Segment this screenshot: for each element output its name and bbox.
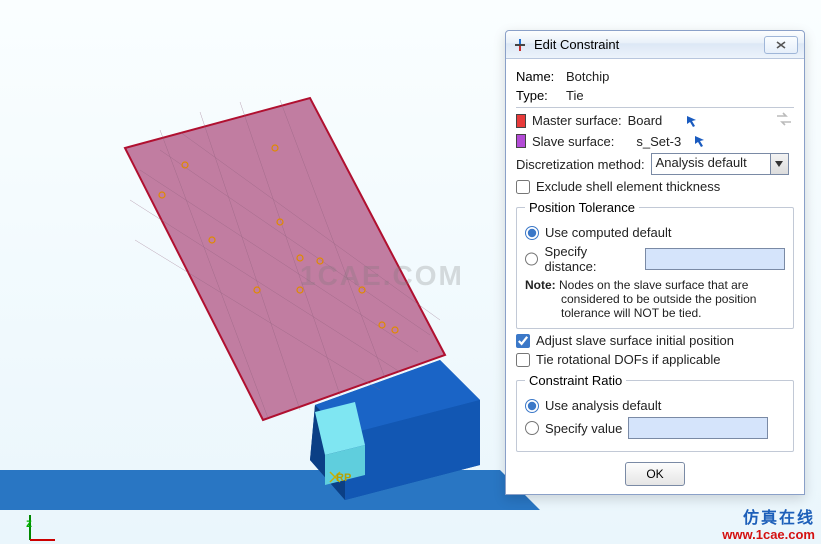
constraint-ratio-legend: Constraint Ratio [525,373,626,388]
select-master-icon[interactable] [684,113,700,129]
exclude-shell-thickness-checkbox[interactable] [516,180,530,194]
dropdown-arrow-icon[interactable] [771,153,789,175]
select-slave-icon[interactable] [692,133,708,149]
swap-surfaces-icon[interactable] [774,112,794,129]
brand-cn: 仿真在线 [722,510,815,528]
slave-surface-swatch [516,134,526,148]
dialog-titlebar[interactable]: Edit Constraint [506,31,804,59]
dialog-body: Name: Botchip Type: Tie Master surface: … [506,59,804,494]
edit-constraint-dialog: Edit Constraint Name: Botchip Type: Tie … [505,30,805,495]
slave-surface-label: Slave surface: [532,134,614,149]
brand-url: www.1cae.com [722,528,815,542]
name-value: Botchip [566,69,609,84]
specify-value-label: Specify value [545,421,622,436]
type-value: Tie [566,88,584,103]
axis-z-label: z [26,516,32,530]
master-surface-label: Master surface: [532,113,622,128]
adjust-slave-surface-label: Adjust slave surface initial position [536,333,734,348]
ok-button[interactable]: OK [625,462,685,486]
specify-distance-input[interactable] [645,248,785,270]
constraint-icon [512,37,528,53]
close-button[interactable] [764,36,798,54]
master-surface-value: Board [628,113,678,128]
master-surface-swatch [516,114,526,128]
use-computed-default-label: Use computed default [545,225,671,240]
discretization-select[interactable]: Analysis default [651,153,771,175]
constraint-ratio-group: Constraint Ratio Use analysis default Sp… [516,373,794,452]
position-tolerance-legend: Position Tolerance [525,200,639,215]
use-computed-default-radio[interactable] [525,226,539,240]
specify-distance-radio[interactable] [525,252,538,266]
dialog-title: Edit Constraint [534,37,758,52]
specify-distance-label: Specify distance: [544,244,639,274]
tie-rotational-dofs-label: Tie rotational DOFs if applicable [536,352,721,367]
position-tolerance-group: Position Tolerance Use computed default … [516,200,794,329]
adjust-slave-surface-checkbox[interactable] [516,334,530,348]
discretization-label: Discretization method: [516,157,645,172]
slave-surface-value: s_Set-3 [636,134,686,149]
specify-value-input[interactable] [628,417,768,439]
tie-rotational-dofs-checkbox[interactable] [516,353,530,367]
name-label: Name: [516,69,560,84]
type-label: Type: [516,88,560,103]
specify-value-radio[interactable] [525,421,539,435]
position-tolerance-note: Note: Nodes on the slave surface that ar… [525,278,785,320]
exclude-shell-thickness-label: Exclude shell element thickness [536,179,720,194]
use-analysis-default-label: Use analysis default [545,398,661,413]
brand-watermark: 仿真在线 www.1cae.com [722,510,815,542]
reference-point-label: RP [336,472,351,484]
use-analysis-default-radio[interactable] [525,399,539,413]
